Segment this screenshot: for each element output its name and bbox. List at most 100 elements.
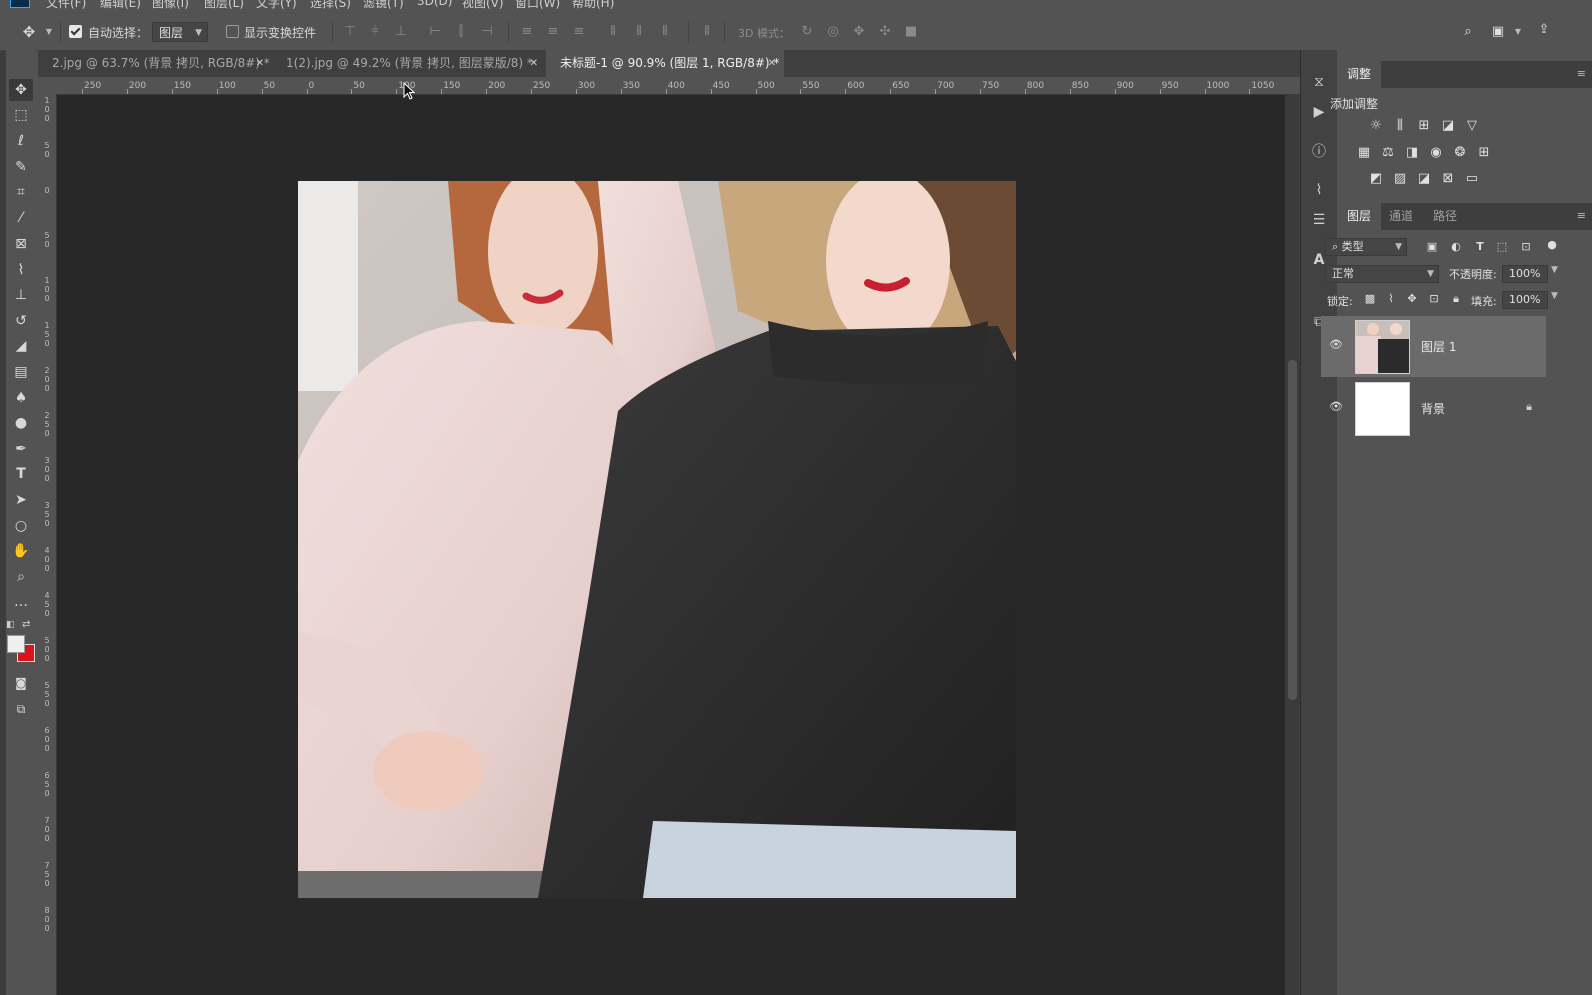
- distribute-vcenter-icon[interactable]: ≡: [546, 25, 560, 39]
- menu-help[interactable]: 帮助(H): [572, 0, 614, 11]
- ellipse-tool-icon[interactable]: ○: [9, 515, 33, 537]
- frame-tool-icon[interactable]: ⊠: [9, 233, 33, 255]
- brush-settings-icon[interactable]: ⌇: [1309, 180, 1329, 200]
- hue-saturation-icon[interactable]: ▦: [1355, 144, 1373, 162]
- menu-select[interactable]: 选择(S): [310, 0, 351, 11]
- type-tool-icon[interactable]: T: [9, 463, 33, 485]
- auto-select-target-dropdown[interactable]: 图层 ▼: [152, 22, 208, 42]
- lock-transparent-icon[interactable]: ▩: [1361, 290, 1379, 308]
- align-vcenter-icon[interactable]: ⫩: [368, 25, 382, 39]
- menu-type[interactable]: 文字(Y): [256, 0, 297, 11]
- tab-paths[interactable]: 路径: [1423, 203, 1467, 230]
- invert-icon[interactable]: ◩: [1367, 170, 1385, 188]
- pen-tool-icon[interactable]: ✒: [9, 438, 33, 460]
- close-icon[interactable]: ✕: [530, 50, 538, 77]
- 3d-pan-icon[interactable]: ✥: [852, 25, 866, 39]
- color-balance-icon[interactable]: ⚖: [1379, 144, 1397, 162]
- fill-input[interactable]: 100%: [1502, 291, 1548, 309]
- 3d-rotate-icon[interactable]: ↻: [800, 25, 814, 39]
- eyedropper-tool-icon[interactable]: ⁄: [9, 207, 33, 229]
- lock-artboard-icon[interactable]: ⊡: [1425, 290, 1443, 308]
- align-left-icon[interactable]: ⊢: [428, 25, 442, 39]
- filter-toggle-icon[interactable]: ●: [1543, 236, 1561, 254]
- 3d-scale-icon[interactable]: ■: [904, 25, 918, 39]
- gradient-tool-icon[interactable]: ▤: [9, 361, 33, 383]
- channel-mixer-icon[interactable]: ❂: [1451, 144, 1469, 162]
- properties-panel-icon[interactable]: ☰: [1309, 210, 1329, 230]
- menu-file[interactable]: 文件(F): [46, 0, 86, 11]
- tab-layers[interactable]: 图层: [1337, 203, 1382, 230]
- curves-icon[interactable]: ⊞: [1415, 117, 1433, 135]
- eye-icon[interactable]: 👁︎: [1329, 338, 1343, 351]
- selective-color-icon[interactable]: ⊠: [1439, 170, 1457, 188]
- doc-tab-3-active[interactable]: 未标题-1 @ 90.9% (图层 1, RGB/8#) * ✕: [546, 50, 784, 77]
- brightness-contrast-icon[interactable]: ☼: [1367, 117, 1385, 135]
- tool-preset-chevron-icon[interactable]: ▼: [42, 25, 56, 39]
- layer-row-layer1[interactable]: 👁︎ 图层 1: [1321, 316, 1546, 377]
- history-panel-icon[interactable]: ⧖: [1309, 72, 1329, 92]
- close-icon[interactable]: ✕: [256, 50, 264, 77]
- workspace-chevron-icon[interactable]: ▼: [1511, 25, 1525, 39]
- scrollbar-thumb[interactable]: [1288, 360, 1297, 700]
- filter-shape-icon[interactable]: ⬚: [1493, 238, 1511, 256]
- exposure-icon[interactable]: ◪: [1439, 117, 1457, 135]
- document-image[interactable]: [298, 181, 1016, 898]
- color-lookup-icon[interactable]: ⊞: [1475, 144, 1493, 162]
- screen-mode-icon[interactable]: ⧉: [9, 698, 33, 720]
- distribute-bottom-icon[interactable]: ≡: [572, 25, 586, 39]
- lasso-tool-icon[interactable]: ℓ: [9, 130, 33, 152]
- tab-adjustments[interactable]: 调整: [1337, 61, 1382, 88]
- threshold-icon[interactable]: ◪: [1415, 170, 1433, 188]
- menu-3d[interactable]: 3D(D): [417, 0, 452, 8]
- align-top-icon[interactable]: ⊤: [343, 25, 357, 39]
- auto-select-checkbox[interactable]: [69, 25, 82, 38]
- distribute-top-icon[interactable]: ≡: [520, 25, 534, 39]
- black-white-icon[interactable]: ◨: [1403, 144, 1421, 162]
- align-hcenter-icon[interactable]: ⫿: [454, 25, 468, 39]
- opacity-input[interactable]: 100%: [1502, 265, 1548, 283]
- smudge-tool-icon[interactable]: ♠: [9, 387, 33, 409]
- chevron-down-icon[interactable]: ▼: [1551, 265, 1558, 275]
- move-tool-icon[interactable]: ✥: [22, 25, 36, 40]
- lock-pixels-icon[interactable]: ⌇: [1382, 290, 1400, 308]
- history-brush-tool-icon[interactable]: ↺: [9, 310, 33, 332]
- zoom-tool-icon[interactable]: ⌕: [9, 566, 33, 588]
- lock-position-icon[interactable]: ✥: [1403, 290, 1421, 308]
- path-select-tool-icon[interactable]: ➤: [9, 489, 33, 511]
- rect-marquee-tool-icon[interactable]: ⬚: [9, 104, 33, 126]
- menu-image[interactable]: 图像(I): [152, 0, 189, 11]
- eye-icon[interactable]: 👁︎: [1329, 400, 1343, 413]
- menu-filter[interactable]: 滤镜(T): [363, 0, 404, 11]
- info-panel-icon[interactable]: ⓘ: [1309, 142, 1329, 162]
- swap-colors-icon[interactable]: ⇄: [22, 619, 30, 630]
- more-tools-icon[interactable]: …: [9, 591, 33, 613]
- workspace-icon[interactable]: ▣: [1491, 25, 1505, 39]
- menu-window[interactable]: 窗口(W): [515, 0, 560, 11]
- layer-filter-dropdown[interactable]: ⌕ 类型 ▼: [1325, 238, 1407, 256]
- menu-layer[interactable]: 图层(L): [204, 0, 244, 11]
- default-colors-icon[interactable]: ◧: [6, 620, 15, 630]
- vibrance-icon[interactable]: ▽: [1463, 117, 1481, 135]
- align-bottom-icon[interactable]: ⊥: [394, 25, 408, 39]
- filter-adjustment-icon[interactable]: ◐: [1447, 238, 1465, 256]
- photo-filter-icon[interactable]: ◉: [1427, 144, 1445, 162]
- align-right-icon[interactable]: ⊣: [480, 25, 494, 39]
- quick-select-tool-icon[interactable]: ✎: [9, 156, 33, 178]
- close-icon[interactable]: ✕: [768, 50, 776, 77]
- tab-channels[interactable]: 通道: [1379, 203, 1423, 230]
- distribute-hcenter-icon[interactable]: ⦀: [632, 25, 646, 39]
- auto-align-icon[interactable]: ⫴: [700, 25, 714, 39]
- show-transform-checkbox[interactable]: [226, 25, 239, 38]
- doc-tab-2[interactable]: 1(2).jpg @ 49.2% (背景 拷贝, 图层蒙版/8) * ✕: [272, 50, 546, 77]
- 3d-roll-icon[interactable]: ◎: [826, 25, 840, 39]
- filter-pixel-icon[interactable]: ▣: [1423, 238, 1441, 256]
- 3d-slide-icon[interactable]: ✣: [878, 25, 892, 39]
- hand-tool-icon[interactable]: ✋: [9, 540, 33, 562]
- dodge-tool-icon[interactable]: ●: [9, 412, 33, 434]
- search-icon[interactable]: ⌕: [1461, 25, 1475, 39]
- quick-mask-icon[interactable]: ◙: [9, 672, 33, 694]
- panel-menu-icon[interactable]: ≡: [1577, 209, 1586, 222]
- crop-tool-icon[interactable]: ⌗: [9, 181, 33, 203]
- distribute-left-icon[interactable]: ⦀: [606, 25, 620, 39]
- layer-row-background[interactable]: 👁︎ 背景 🔒︎: [1321, 378, 1546, 439]
